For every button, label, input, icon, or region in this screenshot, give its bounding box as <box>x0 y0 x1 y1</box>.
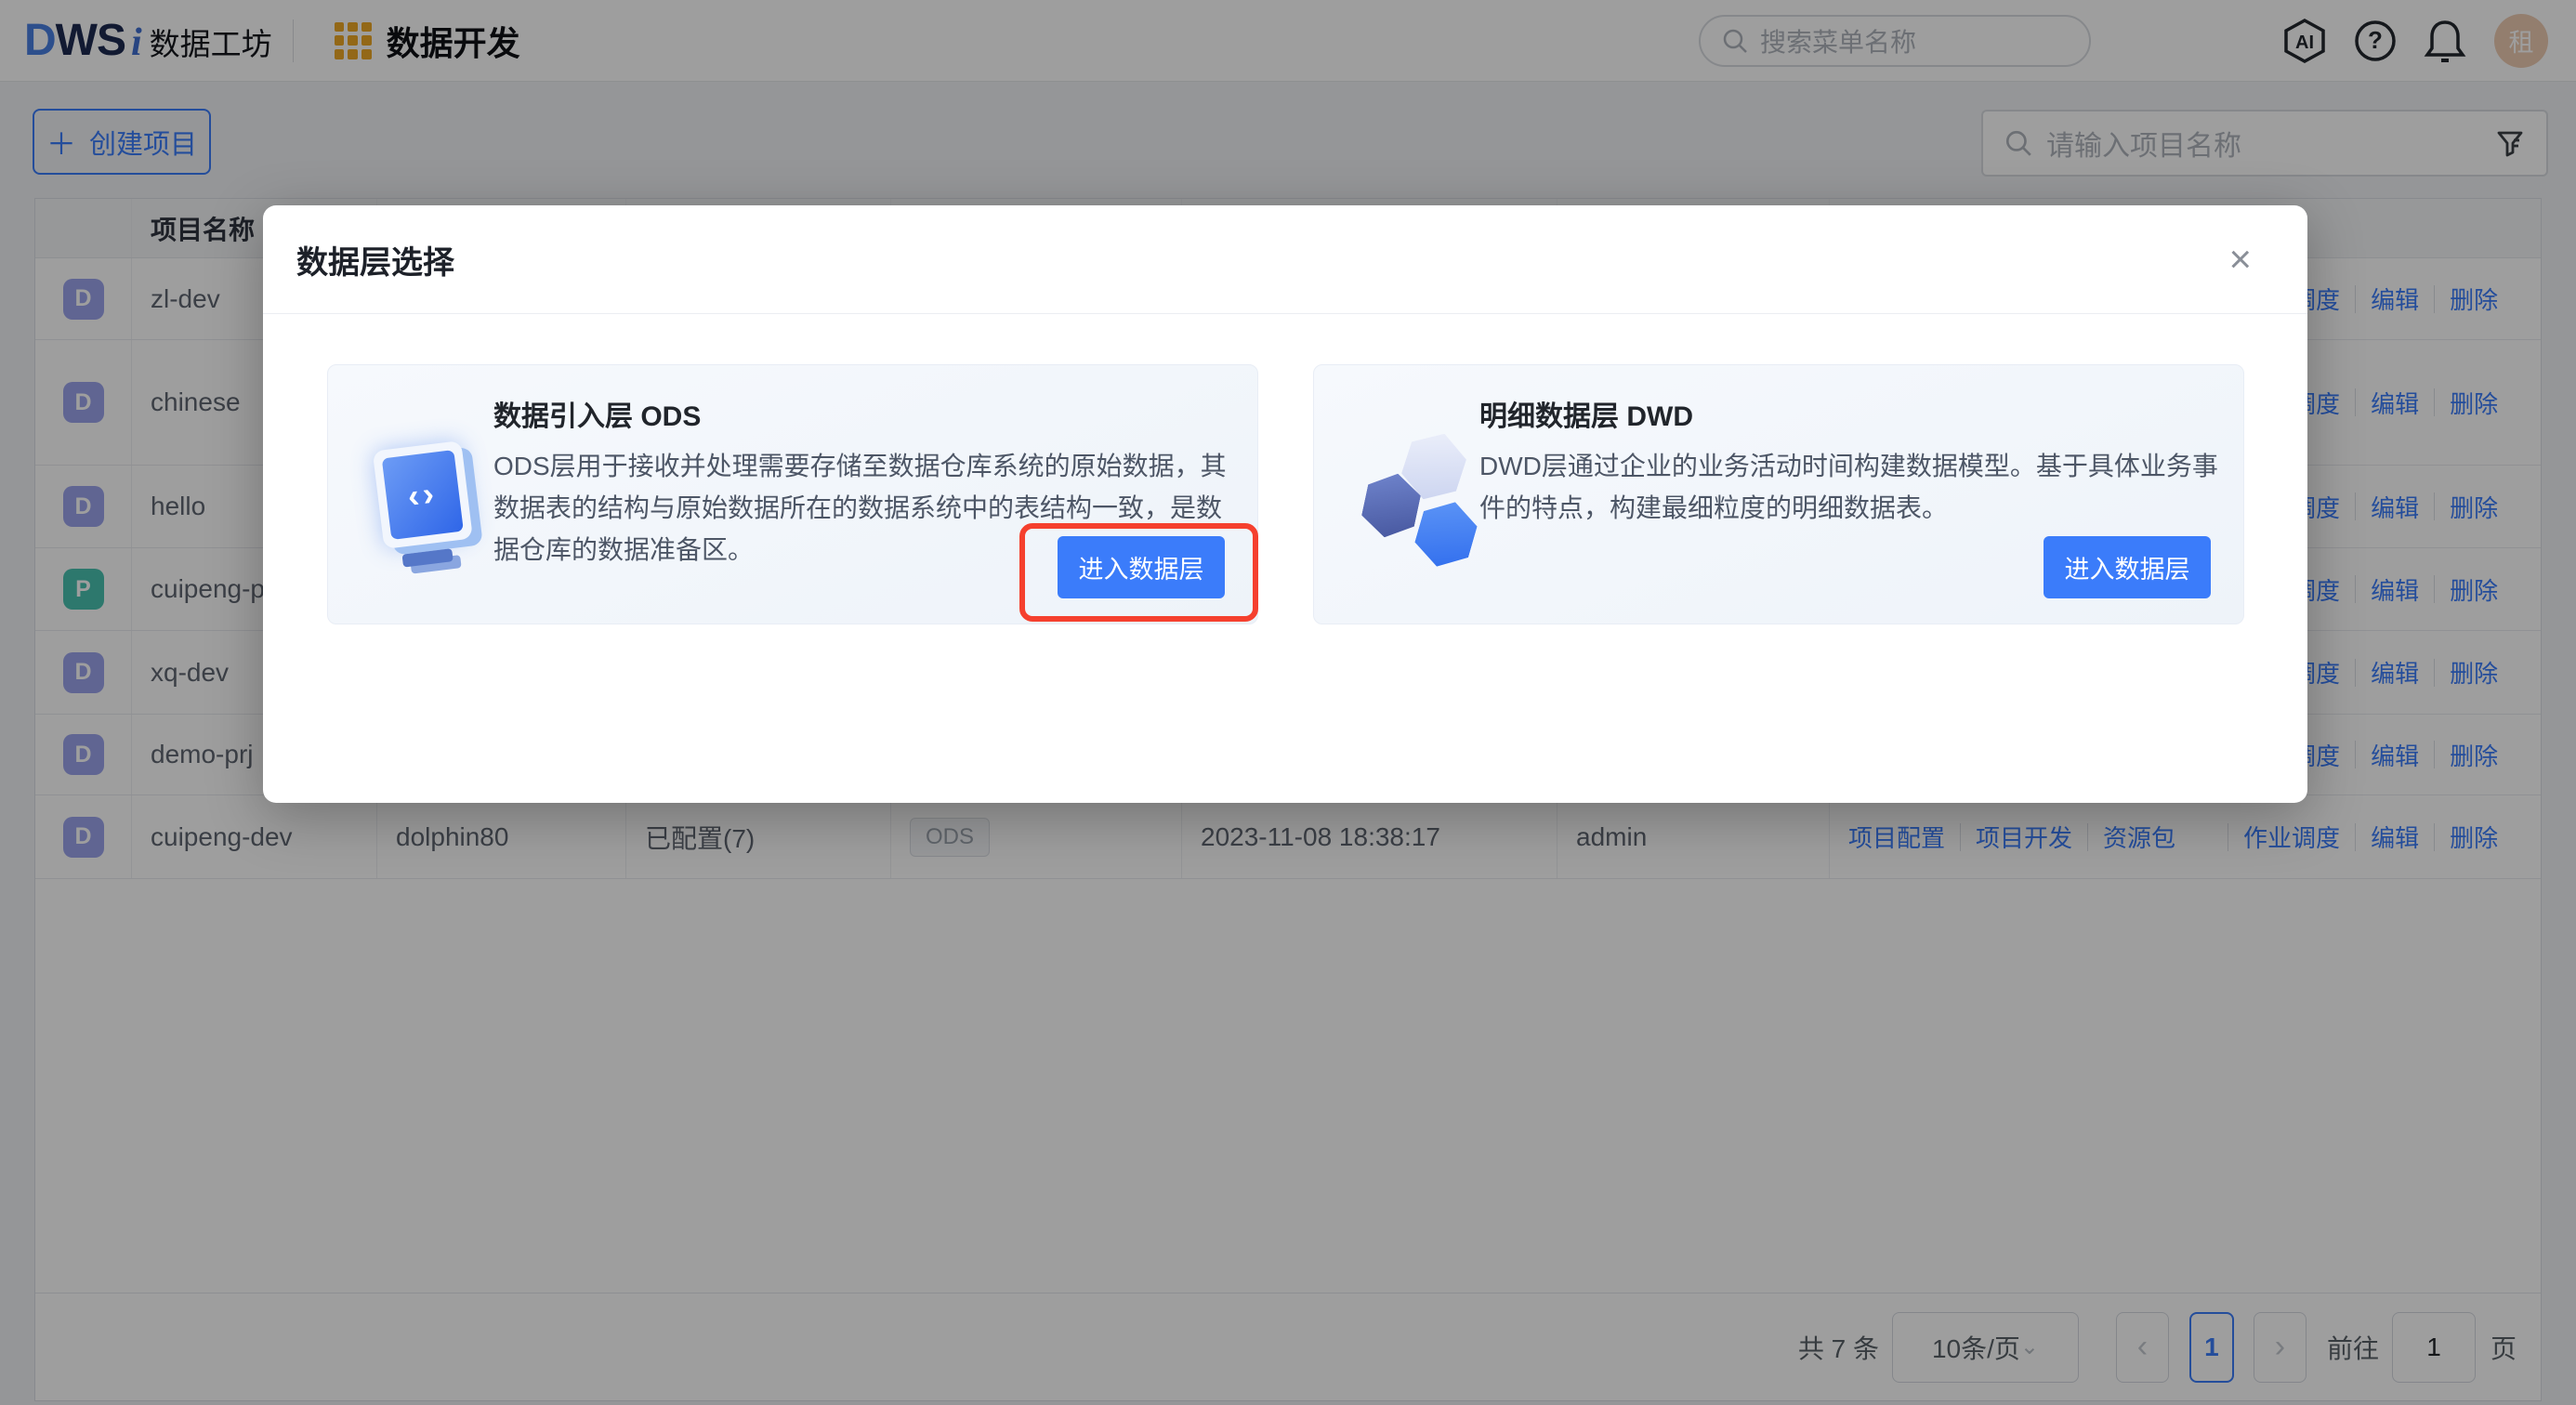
ods-card-title: 数据引入层 ODS <box>493 393 701 434</box>
dwd-layer-card[interactable]: 明细数据层 DWD DWD层通过企业的业务活动时间构建数据模型。基于具体业务事件… <box>1313 364 2244 624</box>
dialog-title: 数据层选择 <box>296 237 454 282</box>
data-layer-dialog: 数据层选择 × ‹› 数据引入层 ODS ODS层用于接收并处理需要存储至数据仓… <box>263 205 2307 803</box>
dwd-enter-layer-button[interactable]: 进入数据层 <box>2044 536 2211 598</box>
ods-layer-card[interactable]: ‹› 数据引入层 ODS ODS层用于接收并处理需要存储至数据仓库系统的原始数据… <box>327 364 1258 624</box>
annotation-highlight-box <box>1019 523 1258 622</box>
dwd-card-description: DWD层通过企业的业务活动时间构建数据模型。基于具体业务事件的特点，构建最细粒度… <box>1479 445 2219 529</box>
ods-monitor-icon: ‹› <box>368 436 486 586</box>
dwd-card-title: 明细数据层 DWD <box>1479 393 1693 434</box>
dialog-header: 数据层选择 × <box>263 205 2307 314</box>
close-icon[interactable]: × <box>2228 240 2252 279</box>
dwd-hexagons-icon <box>1357 428 1496 586</box>
